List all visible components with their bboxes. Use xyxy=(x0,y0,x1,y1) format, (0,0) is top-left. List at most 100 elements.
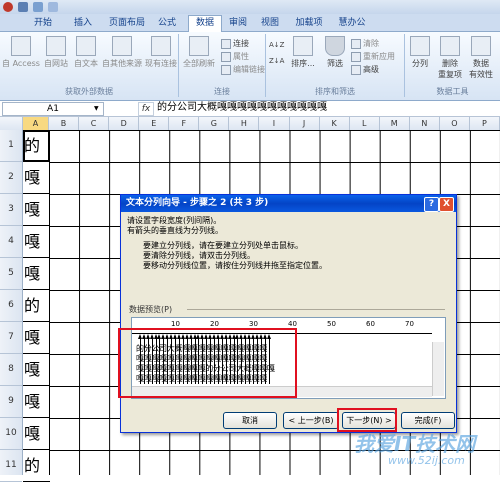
tab-formulas[interactable]: 公式 xyxy=(153,16,181,30)
column-header-e[interactable]: E xyxy=(139,117,170,130)
row-header-10[interactable]: 10 xyxy=(0,418,22,450)
reapply-icon xyxy=(351,51,361,62)
properties-button[interactable]: 属性 xyxy=(221,51,249,62)
watermark: 我爱IT技术网 www.52ij.com xyxy=(330,428,495,472)
highlight-preview xyxy=(118,328,297,398)
close-button[interactable]: X xyxy=(439,197,454,212)
undo-icon[interactable] xyxy=(33,2,43,12)
existing-connections-button[interactable]: 现有连接 xyxy=(145,36,177,69)
cell-a9[interactable]: 嘎 xyxy=(23,386,50,418)
help-button[interactable]: ? xyxy=(424,197,439,212)
column-header-b[interactable]: B xyxy=(49,117,80,130)
column-header-g[interactable]: G xyxy=(199,117,230,130)
tab-review[interactable]: 审阅 xyxy=(224,16,252,30)
row-header-1[interactable]: 1 xyxy=(0,130,22,162)
cell-a1[interactable]: 的 xyxy=(23,130,50,162)
edit-links-icon xyxy=(221,64,231,75)
tab-home[interactable]: 开始 xyxy=(28,16,58,30)
cell-a7[interactable]: 嘎 xyxy=(23,322,50,354)
group-label-connections: 连接 xyxy=(214,87,230,96)
edit-links-button[interactable]: 编辑链接 xyxy=(221,64,265,75)
cancel-button[interactable]: 取消 xyxy=(223,412,277,429)
column-header-j[interactable]: J xyxy=(290,117,320,130)
column-headers: ABCDEFGHIJKLMNOP xyxy=(0,117,500,131)
from-web-button[interactable]: 自网站 xyxy=(42,36,70,69)
office-button[interactable] xyxy=(3,2,13,12)
remove-duplicates-button[interactable]: 删除 重复项 xyxy=(435,36,465,80)
row-headers: 1 2 3 4 5 6 7 8 9 10 11 xyxy=(0,130,23,482)
tab-huibangong[interactable]: 慧办公 xyxy=(334,16,370,30)
from-text-button[interactable]: 自文本 xyxy=(72,36,100,69)
sort-button[interactable]: 排序... xyxy=(288,36,318,69)
column-header-o[interactable]: O xyxy=(440,117,470,130)
formula-input[interactable]: 的分公司大概嘎嘎嘎嘎嘎嘎嘎嘎嘎嘎嘎 xyxy=(157,102,327,114)
preview-divider xyxy=(187,309,445,310)
data-validation-button[interactable]: 数据 有效性 xyxy=(466,36,496,80)
web-icon xyxy=(46,36,66,56)
from-other-sources-button[interactable]: 自其他来源 xyxy=(102,36,142,69)
cell-a8[interactable]: 嘎 xyxy=(23,354,50,386)
row-header-7[interactable]: 7 xyxy=(0,322,22,354)
sort-icon xyxy=(293,36,313,56)
save-icon[interactable] xyxy=(18,2,28,12)
tab-view[interactable]: 视图 xyxy=(256,16,284,30)
insert-function-button[interactable]: fx xyxy=(138,102,154,116)
tab-insert[interactable]: 插入 xyxy=(68,16,98,30)
row-header-5[interactable]: 5 xyxy=(0,258,22,290)
row-header-3[interactable]: 3 xyxy=(0,194,22,226)
column-header-d[interactable]: D xyxy=(109,117,140,130)
redo-icon[interactable] xyxy=(48,2,58,12)
clear-button[interactable]: 清除 xyxy=(351,38,379,49)
cell-a6[interactable]: 的 xyxy=(23,290,50,322)
dialog-title: 文本分列向导 - 步骤之 2 (共 3 步) xyxy=(126,198,269,208)
instruction-line-1: 请设置字段宽度(列间隔)。 xyxy=(127,216,222,225)
cell-a2[interactable]: 嘎 xyxy=(23,162,50,194)
name-box-dropdown-icon[interactable]: ▼ xyxy=(94,105,99,112)
refresh-all-button[interactable]: 全部刷新 xyxy=(181,36,217,69)
text-to-columns-icon xyxy=(410,36,430,56)
ruler-mark-30: 30 xyxy=(249,320,258,328)
row-header-4[interactable]: 4 xyxy=(0,226,22,258)
sort-az-icon[interactable]: A↓Z xyxy=(269,40,284,51)
preview-vertical-scrollbar[interactable] xyxy=(432,342,444,396)
refresh-icon xyxy=(189,36,209,56)
column-header-h[interactable]: H xyxy=(229,117,260,130)
text-to-columns-button[interactable]: 分列 xyxy=(407,36,433,69)
row-header-6[interactable]: 6 xyxy=(0,290,22,322)
watermark-title: 我爱IT技术网 xyxy=(354,432,476,456)
row-header-11[interactable]: 11 xyxy=(0,450,22,482)
column-header-k[interactable]: K xyxy=(320,117,350,130)
row-header-2[interactable]: 2 xyxy=(0,162,22,194)
column-header-f[interactable]: F xyxy=(169,117,200,130)
row-header-8[interactable]: 8 xyxy=(0,354,22,386)
advanced-button[interactable]: 高级 xyxy=(351,64,379,75)
sort-za-icon[interactable]: Z↓A xyxy=(269,56,284,67)
properties-icon xyxy=(221,51,231,62)
tab-page-layout[interactable]: 页面布局 xyxy=(106,16,148,30)
finish-button[interactable]: 完成(F) xyxy=(401,412,455,429)
reapply-button[interactable]: 重新应用 xyxy=(351,51,395,62)
cell-a10[interactable]: 嘎 xyxy=(23,418,50,450)
column-header-c[interactable]: C xyxy=(79,117,110,130)
name-box[interactable]: A1 xyxy=(2,102,104,116)
other-sources-icon xyxy=(112,36,132,56)
column-header-a[interactable]: A xyxy=(23,117,49,130)
from-access-button[interactable]: 自 Access xyxy=(2,36,40,69)
row-header-9[interactable]: 9 xyxy=(0,386,22,418)
column-header-m[interactable]: M xyxy=(380,117,410,130)
column-header-n[interactable]: N xyxy=(410,117,440,130)
cell-a3[interactable]: 嘎 xyxy=(23,194,50,226)
column-header-l[interactable]: L xyxy=(350,117,380,130)
filter-button[interactable]: 筛选 xyxy=(321,36,349,69)
tab-addins[interactable]: 加载项 xyxy=(290,16,328,30)
back-button[interactable]: < 上一步(B) xyxy=(283,412,339,429)
text-file-icon xyxy=(76,36,96,56)
tab-data[interactable]: 数据 xyxy=(188,15,222,32)
column-header-i[interactable]: I xyxy=(259,117,290,130)
column-header-p[interactable]: P xyxy=(470,117,500,130)
cell-a4[interactable]: 嘎 xyxy=(23,226,50,258)
connections-button[interactable]: 连接 xyxy=(221,38,249,49)
cell-a11[interactable]: 的 xyxy=(23,450,50,482)
select-all-corner[interactable] xyxy=(0,117,23,130)
cell-a5[interactable]: 嘎 xyxy=(23,258,50,290)
